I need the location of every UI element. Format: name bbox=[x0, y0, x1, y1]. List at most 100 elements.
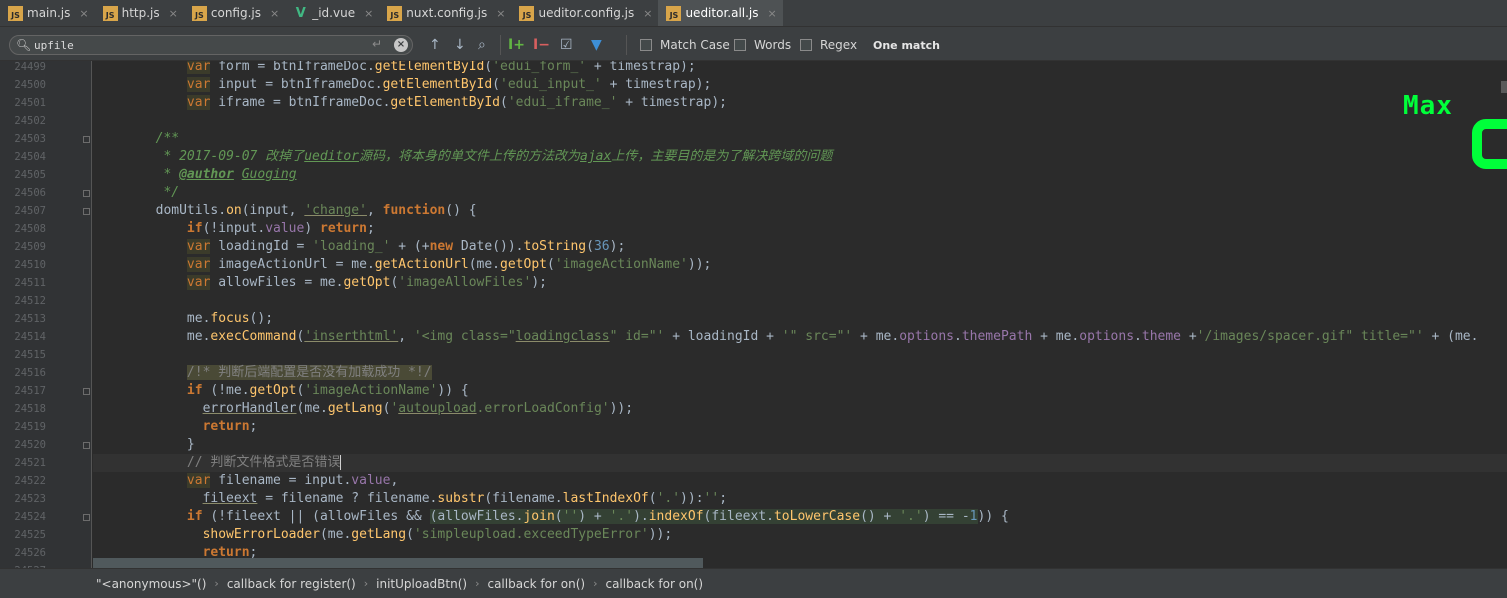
match-case-checkbox[interactable]: Match Case bbox=[640, 38, 730, 52]
close-icon[interactable]: × bbox=[169, 7, 178, 20]
code-line[interactable]: var loadingId = 'loading_' + (+new Date(… bbox=[93, 238, 625, 256]
checkbox-box[interactable] bbox=[800, 39, 812, 51]
text-caret bbox=[340, 455, 342, 470]
code-token: 'imageActionName' bbox=[554, 257, 688, 272]
tab-ueditor-config-js[interactable]: JS ueditor.config.js × bbox=[511, 0, 658, 26]
breadcrumb-item[interactable]: initUploadBtn() bbox=[376, 577, 467, 591]
code-token: + timestrap); bbox=[586, 61, 696, 74]
close-icon[interactable]: × bbox=[643, 7, 652, 20]
tab-main-js[interactable]: JS main.js × bbox=[0, 0, 95, 26]
scrollbar-marker[interactable] bbox=[1501, 81, 1507, 93]
newline-icon[interactable]: ↵ bbox=[372, 37, 382, 51]
code-token: + (+ bbox=[390, 239, 430, 254]
code-token: getActionUrl bbox=[374, 257, 469, 272]
find-in-path-icon[interactable]: ⌕ bbox=[478, 36, 486, 54]
filter-icon[interactable]: ▼ bbox=[591, 36, 602, 54]
add-selection-icon[interactable]: I+ bbox=[508, 36, 525, 54]
code-line[interactable]: /** bbox=[93, 130, 179, 148]
code-line[interactable]: return; bbox=[93, 418, 258, 436]
code-token: loadingclass bbox=[515, 329, 610, 344]
close-icon[interactable]: × bbox=[768, 7, 777, 20]
code-line[interactable]: me.execCommand('inserthtml', '<img class… bbox=[93, 328, 1479, 346]
code-token: )) { bbox=[437, 383, 469, 398]
search-input[interactable] bbox=[34, 37, 364, 53]
checkbox-box[interactable] bbox=[734, 39, 746, 51]
tab-http-js[interactable]: JS http.js × bbox=[95, 0, 184, 26]
code-line[interactable]: /!* 判断后端配置是否没有加载成功 *!/ bbox=[93, 364, 432, 382]
search-icon[interactable]: 🔍︎ bbox=[16, 38, 31, 52]
code-token: '' bbox=[703, 491, 720, 506]
tab-id-vue[interactable]: V _id.vue × bbox=[285, 0, 379, 26]
next-occurrence-icon[interactable]: ↓ bbox=[454, 36, 466, 54]
fold-marker-icon[interactable] bbox=[83, 190, 90, 197]
code-line[interactable]: var filename = input.value, bbox=[93, 472, 398, 490]
clear-search-icon[interactable]: × bbox=[394, 38, 408, 52]
code-token: (); bbox=[249, 311, 274, 326]
code-token: 'imageActionName' bbox=[304, 383, 438, 398]
code-line[interactable]: me.focus(); bbox=[93, 310, 273, 328]
code-line[interactable]: var form = btnIframeDoc.getElementById('… bbox=[93, 61, 696, 76]
select-all-occurrences-icon[interactable]: ☑ bbox=[560, 36, 573, 54]
code-token: var bbox=[186, 95, 211, 110]
breadcrumb-item[interactable]: callback for register() bbox=[227, 577, 356, 591]
js-file-icon: JS bbox=[191, 5, 207, 21]
code-token: join bbox=[523, 509, 555, 524]
code-line[interactable]: var allowFiles = me.getOpt('imageAllowFi… bbox=[93, 274, 547, 292]
code-line[interactable]: var iframe = btnIframeDoc.getElementById… bbox=[93, 94, 727, 112]
close-icon[interactable]: × bbox=[496, 7, 505, 20]
code-line[interactable]: var input = btnIframeDoc.getElementById(… bbox=[93, 76, 711, 94]
close-icon[interactable]: × bbox=[79, 7, 88, 20]
code-line[interactable]: var imageActionUrl = me.getActionUrl(me.… bbox=[93, 256, 711, 274]
checkbox-box[interactable] bbox=[640, 39, 652, 51]
tab-nuxt-config-js[interactable]: JS nuxt.config.js × bbox=[379, 0, 511, 26]
code-token: ( bbox=[484, 61, 493, 74]
code-line[interactable]: showErrorLoader(me.getLang('simpleupload… bbox=[93, 526, 673, 544]
fold-marker-icon[interactable] bbox=[83, 442, 90, 449]
code-token: = filename ? filename. bbox=[257, 491, 438, 506]
code-line[interactable]: * @author Guoging bbox=[93, 166, 296, 184]
breadcrumb-item[interactable]: callback for on() bbox=[605, 577, 703, 591]
fold-marker-icon[interactable] bbox=[83, 388, 90, 395]
code-token: me. bbox=[93, 311, 211, 326]
js-file-icon: JS bbox=[519, 5, 535, 21]
code-line[interactable]: errorHandler(me.getLang('autoupload.erro… bbox=[93, 400, 634, 418]
breadcrumb-item[interactable]: callback for on() bbox=[487, 577, 585, 591]
code-line[interactable]: } bbox=[93, 436, 195, 454]
code-token: ); bbox=[609, 239, 626, 254]
remove-selection-icon[interactable]: I− bbox=[533, 36, 550, 54]
code-line[interactable]: fileext = filename ? filename.substr(fil… bbox=[93, 490, 727, 508]
code-token: if bbox=[186, 509, 203, 524]
line-number: 24512 bbox=[14, 295, 46, 307]
code-line[interactable]: if (!me.getOpt('imageActionName')) { bbox=[93, 382, 469, 400]
code-line[interactable]: if (!fileext || (allowFiles && (allowFil… bbox=[93, 508, 1009, 526]
previous-occurrence-icon[interactable]: ↑ bbox=[429, 36, 441, 54]
code-line[interactable]: domUtils.on(input, 'change', function() … bbox=[93, 202, 477, 220]
code-token: 'inserthtml' bbox=[304, 329, 399, 344]
line-number: 24511 bbox=[14, 277, 46, 289]
line-number-gutter[interactable]: 24499 24500 24501 24502 24503 24504 24505 24506… bbox=[0, 61, 92, 568]
code-token: domUtils. bbox=[93, 203, 227, 218]
code-token: 'change' bbox=[304, 203, 367, 218]
code-line[interactable]: if(!input.value) return; bbox=[93, 220, 375, 238]
overlay-shape bbox=[1472, 119, 1507, 169]
fold-marker-icon[interactable] bbox=[83, 208, 90, 215]
code-line[interactable]: // 判断文件格式是否错误 bbox=[93, 454, 1507, 472]
code-token: getOpt bbox=[500, 257, 547, 272]
breadcrumb-item[interactable]: "<anonymous>"() bbox=[96, 577, 206, 591]
line-number: 24508 bbox=[14, 223, 46, 235]
words-checkbox[interactable]: Words bbox=[734, 38, 791, 52]
regex-checkbox[interactable]: Regex bbox=[800, 38, 857, 52]
fold-marker-icon[interactable] bbox=[83, 514, 90, 521]
tab-ueditor-all-js[interactable]: JS ueditor.all.js × bbox=[658, 0, 783, 26]
fold-marker-icon[interactable] bbox=[83, 136, 90, 143]
close-icon[interactable]: × bbox=[364, 7, 373, 20]
code-editor[interactable]: 24499 24500 24501 24502 24503 24504 24505 24506… bbox=[0, 61, 1507, 568]
code-area[interactable]: var form = btnIframeDoc.getElementById('… bbox=[93, 61, 1507, 568]
code-line[interactable]: * 2017-09-07 改掉了ueditor源码，将本身的单文件上传的方法改为… bbox=[93, 148, 832, 166]
close-icon[interactable]: × bbox=[270, 7, 279, 20]
code-line[interactable]: */ bbox=[93, 184, 179, 202]
tab-config-js[interactable]: JS config.js × bbox=[184, 0, 285, 26]
